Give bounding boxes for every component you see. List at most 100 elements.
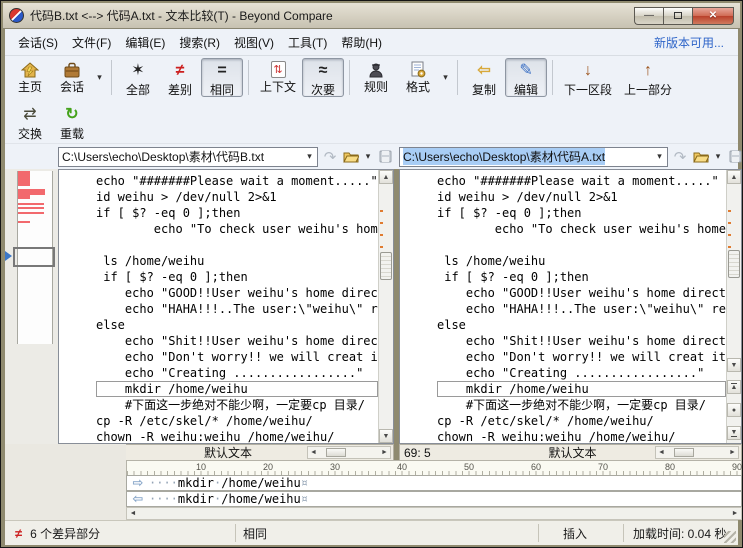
code-line[interactable]: echo "To check user weihu's home dire [437, 221, 726, 237]
sessions-dropdown[interactable]: ▾ [93, 58, 106, 97]
code-line[interactable]: ls /home/weihu [96, 253, 378, 269]
code-line[interactable]: cp -R /etc/skel/* /home/weihu/ [96, 413, 378, 429]
code-line[interactable]: mkdir /home/weihu [437, 381, 726, 397]
format-button[interactable]: 格式 [397, 58, 439, 97]
code-line[interactable]: if [ $? -eq 0 ];then [96, 205, 378, 221]
right-horizontal-scrollbar[interactable]: ◄ ► [655, 446, 739, 459]
code-line[interactable]: if [ $? -eq 0 ];then [437, 269, 726, 285]
scroll-down-icon[interactable]: ▼ [727, 358, 741, 372]
left-syntax-format[interactable]: 默认文本 [149, 444, 307, 461]
code-line[interactable]: ls /home/weihu [437, 253, 726, 269]
reload-button[interactable]: ↻ 重载 [51, 102, 93, 140]
code-line[interactable] [96, 237, 378, 253]
code-line[interactable] [437, 237, 726, 253]
right-vertical-scrollbar[interactable]: ▲ ▼ ▲ ● ▼ [726, 170, 741, 443]
swap-button[interactable]: ⇄ 交换 [9, 102, 51, 140]
home-button[interactable]: 主页 [9, 58, 51, 97]
code-line[interactable]: echo "Shit!!User weihu's home directory [437, 333, 726, 349]
maximize-button[interactable] [663, 7, 692, 25]
minimize-button[interactable]: — [634, 7, 663, 25]
scroll-right-icon[interactable]: ► [379, 449, 390, 456]
code-line[interactable]: else [437, 317, 726, 333]
close-button[interactable]: ✕ [692, 7, 734, 25]
show-diffs-button[interactable]: ≠ 差别 [159, 58, 201, 97]
show-all-button[interactable]: ✶ 全部 [117, 58, 159, 97]
code-line[interactable]: echo "Creating ................." [96, 365, 378, 381]
right-line-detail[interactable]: ⇦ ····mkdir·/home/weihu¤ [126, 491, 742, 507]
edit-button[interactable]: ✎ 编辑 [505, 58, 547, 97]
context-button[interactable]: ⇅ 上下文 [254, 58, 302, 97]
code-line[interactable]: echo "Don't worry!! we will creat it... [96, 349, 378, 365]
sessions-button[interactable]: 会话 [51, 58, 93, 97]
left-folder-dropdown[interactable]: ▾ [363, 148, 373, 166]
menu-item[interactable]: 编辑(E) [118, 32, 172, 54]
menu-item[interactable]: 工具(T) [281, 32, 334, 54]
minor-diffs-button[interactable]: ≈ 次要 [302, 58, 344, 97]
code-line[interactable]: echo "Creating ................." [437, 365, 726, 381]
code-line[interactable]: cp -R /etc/skel/* /home/weihu/ [437, 413, 726, 429]
scroll-up-icon[interactable]: ▲ [379, 170, 393, 184]
scroll-left-icon[interactable]: ◄ [656, 449, 667, 456]
show-same-button[interactable]: = 相同 [201, 58, 243, 97]
first-diff-icon[interactable]: ▲ [727, 380, 741, 394]
prev-section-button[interactable]: ↑ 上一部分 [618, 58, 678, 97]
code-line[interactable]: echo "GOOD!!User weihu's home directory [437, 285, 726, 301]
left-path-combobox[interactable]: C:\Users\echo\Desktop\素材\代码B.txt ▾ [58, 147, 318, 167]
left-editor-pane[interactable]: echo "#######Please wait a moment....."i… [58, 169, 394, 444]
left-save-icon[interactable] [376, 148, 394, 166]
code-line[interactable]: echo "HAHA!!!..The user:\"weihu\" real [437, 301, 726, 317]
left-line-detail[interactable]: ⇨ ····mkdir·/home/weihu¤ [126, 475, 742, 491]
scroll-right-icon[interactable]: ► [727, 449, 738, 456]
menu-item[interactable]: 视图(V) [227, 32, 281, 54]
right-code-area[interactable]: echo "#######Please wait a moment....."i… [400, 170, 726, 443]
new-version-link[interactable]: 新版本可用... [654, 34, 732, 51]
scroll-left-icon[interactable]: ◄ [127, 510, 139, 517]
code-line[interactable]: id weihu > /dev/null 2>&1 [96, 189, 378, 205]
code-line[interactable]: chown -R weihu:weihu /home/weihu/ [96, 429, 378, 443]
right-path-combobox[interactable]: C:\Users\echo\Desktop\素材\代码A.txt ▾ [399, 147, 668, 167]
menu-item[interactable]: 搜索(R) [172, 32, 227, 54]
right-save-icon[interactable] [726, 148, 743, 166]
left-recompare-icon[interactable]: ↷ [321, 148, 339, 166]
code-line[interactable]: mkdir /home/weihu [96, 381, 378, 397]
resize-grip[interactable] [724, 531, 736, 543]
code-line[interactable]: echo "HAHA!!!..The user:\"weihu\" real [96, 301, 378, 317]
code-line[interactable]: chown -R weihu:weihu /home/weihu/ [437, 429, 726, 443]
code-line[interactable]: echo "GOOD!!User weihu's home directory [96, 285, 378, 301]
right-scroll-thumb[interactable] [728, 250, 740, 278]
code-line[interactable]: echo "Shit!!User weihu's home directory [96, 333, 378, 349]
detail-horizontal-scrollbar[interactable]: ◄ ► [126, 507, 742, 520]
scroll-down-icon[interactable]: ▼ [379, 429, 393, 443]
left-open-folder-icon[interactable] [342, 148, 360, 166]
last-diff-icon[interactable]: ▼ [727, 426, 741, 440]
left-scroll-thumb[interactable] [380, 252, 392, 280]
diff-overview-map[interactable] [5, 169, 58, 444]
menu-item[interactable]: 帮助(H) [334, 32, 389, 54]
scroll-up-icon[interactable]: ▲ [727, 170, 741, 184]
code-line[interactable]: if [ $? -eq 0 ];then [96, 269, 378, 285]
right-recompare-icon[interactable]: ↷ [671, 148, 689, 166]
scroll-right-icon[interactable]: ► [729, 510, 741, 517]
format-dropdown[interactable]: ▾ [439, 58, 452, 97]
scroll-left-icon[interactable]: ◄ [308, 449, 319, 456]
right-syntax-format[interactable]: 默认文本 [490, 444, 655, 461]
code-line[interactable]: id weihu > /dev/null 2>&1 [437, 189, 726, 205]
center-current-icon[interactable]: ● [727, 403, 741, 417]
right-open-folder-icon[interactable] [692, 148, 710, 166]
code-line[interactable]: echo "Don't worry!! we will creat it... [437, 349, 726, 365]
copy-button[interactable]: ⇦ 复制 [463, 58, 505, 97]
rules-button[interactable]: 规则 [355, 58, 397, 97]
next-section-button[interactable]: ↓ 下一区段 [558, 58, 618, 97]
menu-item[interactable]: 会话(S) [11, 32, 65, 54]
overview-viewport-box[interactable] [13, 247, 55, 267]
right-editor-pane[interactable]: echo "#######Please wait a moment....."i… [399, 169, 742, 444]
code-line[interactable]: echo "#######Please wait a moment....." [437, 173, 726, 189]
code-line[interactable]: else [96, 317, 378, 333]
right-folder-dropdown[interactable]: ▾ [713, 148, 723, 166]
code-line[interactable]: echo "To check user weihu's home dire [96, 221, 378, 237]
code-line[interactable]: if [ $? -eq 0 ];then [437, 205, 726, 221]
left-code-area[interactable]: echo "#######Please wait a moment....."i… [59, 170, 378, 443]
code-line[interactable]: #下面这一步绝对不能少啊，一定要cp 目录/ [96, 397, 378, 413]
menu-item[interactable]: 文件(F) [65, 32, 118, 54]
code-line[interactable]: #下面这一步绝对不能少啊，一定要cp 目录/ [437, 397, 726, 413]
